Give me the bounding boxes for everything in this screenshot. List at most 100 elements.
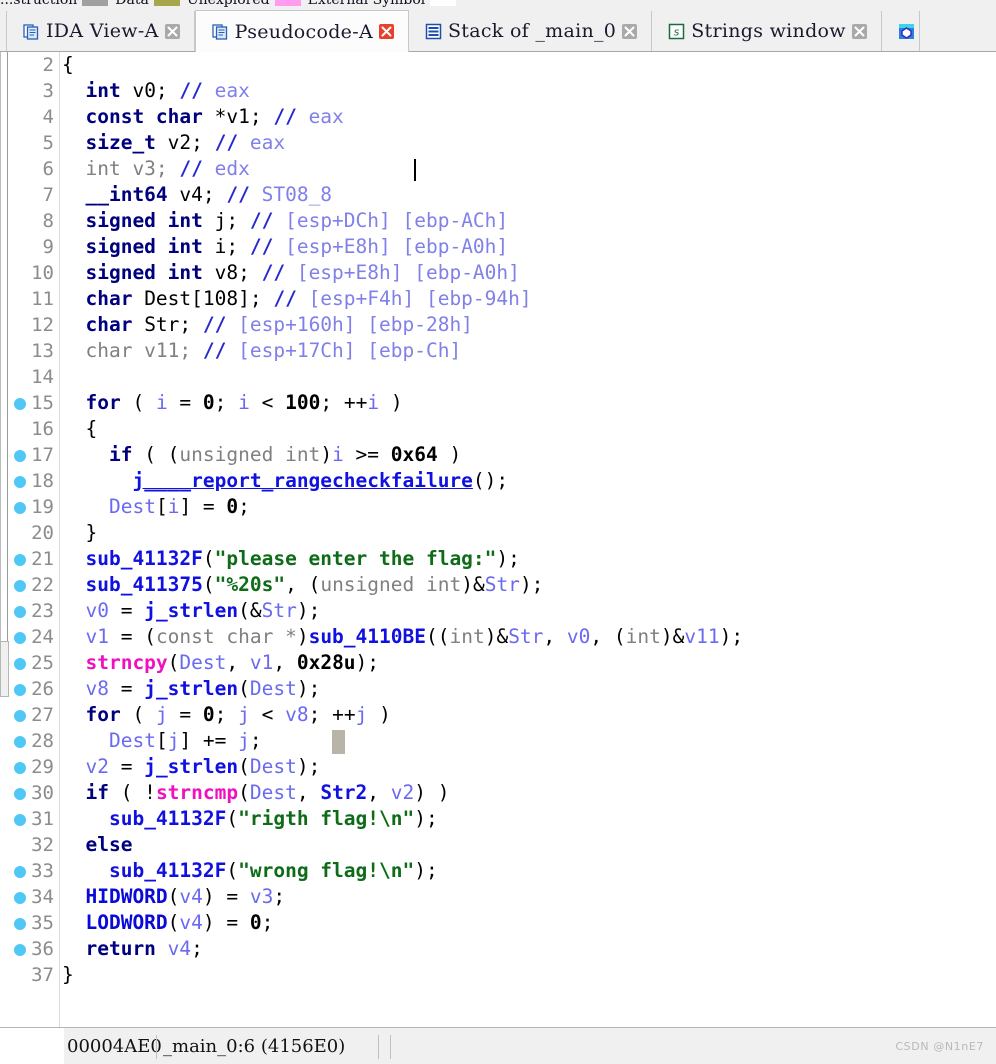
code-line[interactable]: 13 char v11; // [esp+17Ch] [ebp-Ch] (0, 338, 996, 364)
code-line[interactable]: 2{ (0, 52, 996, 78)
code-line[interactable]: 6 int v3; // edx (0, 156, 996, 182)
code-line[interactable]: 31 sub_41132F("rigth flag!\n"); (0, 806, 996, 832)
code-line[interactable]: 16 { (0, 416, 996, 442)
line-number: 3 (42, 80, 54, 102)
code-text[interactable]: signed int v8; // [esp+E8h] [ebp-A0h] (62, 261, 520, 284)
code-text[interactable]: v8 = j_strlen(Dest); (62, 677, 320, 700)
code-line[interactable]: 34 HIDWORD(v4) = v3; (0, 884, 996, 910)
code-line[interactable]: 30 if ( !strncmp(Dest, Str2, v2) ) (0, 780, 996, 806)
code-token: [esp+E8h] [ebp-A0h] (296, 261, 520, 284)
code-line[interactable]: 25 strncpy(Dest, v1, 0x28u); (0, 650, 996, 676)
code-line[interactable]: 4 const char *v1; // eax (0, 104, 996, 130)
code-text[interactable]: LODWORD(v4) = 0; (62, 911, 273, 934)
code-text[interactable]: char v11; // [esp+17Ch] [ebp-Ch] (62, 339, 461, 362)
code-text[interactable]: return v4; (62, 937, 202, 960)
code-text[interactable]: v1 = (const char *)sub_4110BE((int)&Str,… (62, 625, 743, 648)
code-token: j_strlen (144, 755, 239, 778)
code-text[interactable]: signed int i; // [esp+E8h] [ebp-A0h] (62, 235, 508, 258)
code-line[interactable]: 15 for ( i = 0; i < 100; ++i ) (0, 390, 996, 416)
code-line[interactable]: 8 signed int j; // [esp+DCh] [ebp-ACh] (0, 208, 996, 234)
code-line[interactable]: 29 v2 = j_strlen(Dest); (0, 754, 996, 780)
code-line[interactable]: 37} (0, 962, 996, 988)
tab-hex-view[interactable] (881, 11, 920, 51)
code-token: ); (719, 625, 744, 648)
code-line[interactable]: 11 char Dest[108]; // [esp+F4h] [ebp-94h… (0, 286, 996, 312)
code-text[interactable]: size_t v2; // eax (62, 131, 285, 154)
code-text[interactable]: for ( j = 0; j < v8; ++j ) (62, 703, 390, 726)
code-text[interactable]: Dest[i] = 0; (62, 495, 250, 518)
legend-label: ...struction (0, 0, 78, 8)
tab-pseudocode-a[interactable]: Pseudocode-A (194, 10, 409, 52)
code-text[interactable]: Dest[j] += j; (62, 729, 262, 752)
code-text[interactable]: sub_41132F("rigth flag!\n"); (62, 807, 438, 830)
code-line[interactable]: 18 j____report_rangecheckfailure(); (0, 468, 996, 494)
code-line[interactable]: 22 sub_411375("%20s", (unsigned int)&Str… (0, 572, 996, 598)
code-text[interactable]: } (62, 521, 97, 544)
code-text[interactable]: v0 = j_strlen(&Str); (62, 599, 320, 622)
csdn-watermark: CSDN @N1nE7 (895, 1040, 984, 1053)
code-line[interactable]: 23 v0 = j_strlen(&Str); (0, 598, 996, 624)
legend-color-swatch (82, 0, 109, 6)
code-text[interactable]: int v3; // edx (62, 157, 249, 180)
tab-ida-view-a[interactable]: IDA View-A (7, 11, 195, 51)
pseudocode-editor[interactable]: 2{3 int v0; // eax 4 const char *v1; // e… (0, 52, 996, 1027)
code-line[interactable]: 28 Dest[j] += j; (0, 728, 996, 754)
code-text[interactable]: int v0; // eax (62, 79, 249, 102)
tab-close-button[interactable] (378, 24, 394, 39)
code-text[interactable]: strncpy(Dest, v1, 0x28u); (62, 651, 379, 674)
code-line[interactable]: 26 v8 = j_strlen(Dest); (0, 676, 996, 702)
tab-stack-of-main-0[interactable]: Stack of _main_0 (408, 11, 653, 51)
code-text[interactable]: signed int j; // [esp+DCh] [ebp-ACh] (62, 209, 508, 232)
code-text[interactable]: { (62, 53, 74, 76)
code-token: 0x64 (390, 443, 438, 466)
code-text[interactable]: if ( !strncmp(Dest, Str2, v2) ) (62, 781, 449, 804)
code-text[interactable]: { (62, 417, 97, 440)
code-text[interactable]: sub_41132F("wrong flag!\n"); (62, 859, 438, 882)
code-line[interactable]: 10 signed int v8; // [esp+E8h] [ebp-A0h] (0, 260, 996, 286)
code-text[interactable]: const char *v1; // eax (62, 105, 343, 128)
code-text[interactable]: for ( i = 0; i < 100; ++i ) (62, 391, 402, 414)
code-line[interactable]: 17 if ( (unsigned int)i >= 0x64 ) (0, 442, 996, 468)
code-text[interactable]: char Str; // [esp+160h] [ebp-28h] (62, 313, 472, 336)
code-token: ( (132, 391, 156, 414)
code-line[interactable]: 27 for ( j = 0; j < v8; ++j ) (0, 702, 996, 728)
code-token: ) = (202, 911, 250, 934)
code-text[interactable]: HIDWORD(v4) = v3; (62, 885, 285, 908)
code-line[interactable]: 24 v1 = (const char *)sub_4110BE((int)&S… (0, 624, 996, 650)
tab-close-button[interactable] (622, 23, 638, 39)
code-text[interactable]: char Dest[108]; // [esp+F4h] [ebp-94h] (62, 287, 531, 310)
code-text[interactable]: __int64 v4; // ST08_8 (62, 183, 332, 206)
code-token: )& (660, 625, 685, 648)
code-line[interactable]: 9 signed int i; // [esp+E8h] [ebp-A0h] (0, 234, 996, 260)
tab-close-button[interactable] (164, 23, 180, 39)
code-line[interactable]: 32 else (0, 832, 996, 858)
tab-close-button[interactable] (851, 23, 867, 39)
code-line[interactable]: 5 size_t v2; // eax (0, 130, 996, 156)
code-token: ; (214, 391, 239, 414)
code-text[interactable]: v2 = j_strlen(Dest); (62, 755, 320, 778)
code-line[interactable]: 14 (0, 364, 996, 390)
code-line[interactable]: 21 sub_41132F("please enter the flag:"); (0, 546, 996, 572)
code-text[interactable]: else (62, 833, 132, 856)
code-line[interactable]: 3 int v0; // eax (0, 78, 996, 104)
code-token: i (167, 495, 180, 518)
code-text[interactable]: sub_411375("%20s", (unsigned int)&Str); (62, 573, 543, 596)
tab-strings-window[interactable]: s Strings window (652, 11, 882, 51)
text-caret (413, 159, 416, 181)
code-token: ); (296, 677, 321, 700)
code-line[interactable]: 36 return v4; (0, 936, 996, 962)
status-bar: 00004AE0 _main_0:6 (4156E0) CSDN @N1nE7 (0, 1027, 996, 1064)
code-text[interactable]: j____report_rangecheckfailure(); (62, 469, 508, 492)
code-line[interactable]: 12 char Str; // [esp+160h] [ebp-28h] (0, 312, 996, 338)
code-token: v3 (249, 885, 274, 908)
code-line[interactable]: 19 Dest[i] = 0; (0, 494, 996, 520)
code-line[interactable]: 33 sub_41132F("wrong flag!\n"); (0, 858, 996, 884)
code-text[interactable]: sub_41132F("please enter the flag:"); (62, 547, 519, 570)
code-token: ( (238, 677, 250, 700)
code-line[interactable]: 20 } (0, 520, 996, 546)
code-text[interactable]: } (62, 963, 74, 986)
code-text[interactable]: if ( (unsigned int)i >= 0x64 ) (62, 443, 461, 466)
code-line[interactable]: 35 LODWORD(v4) = 0; (0, 910, 996, 936)
code-line[interactable]: 7 __int64 v4; // ST08_8 (0, 182, 996, 208)
